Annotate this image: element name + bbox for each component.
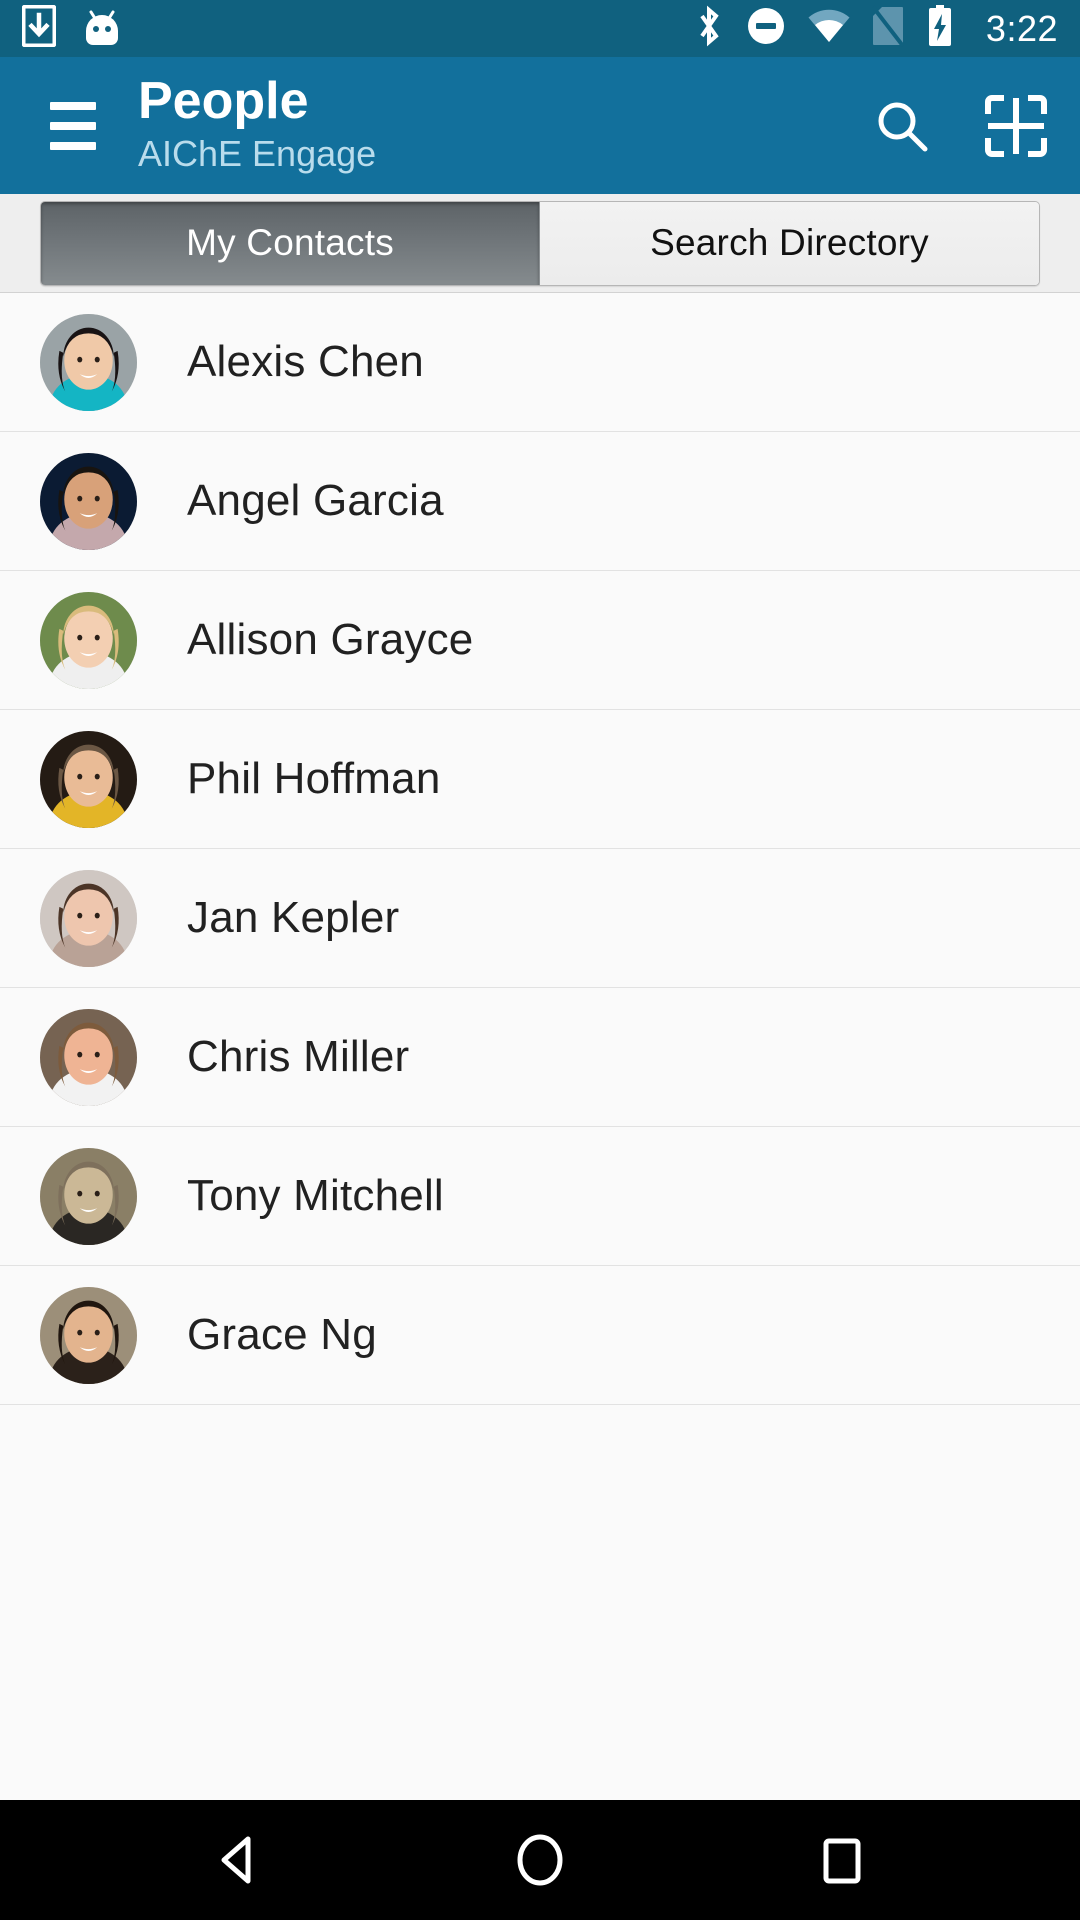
avatar [40,452,137,550]
page-title: People [138,71,309,130]
battery-charging-icon [926,4,954,53]
contact-name: Alexis Chen [187,337,424,386]
avatar [40,730,137,828]
app-bar-actions [866,90,1052,162]
no-sim-icon [871,5,905,52]
recents-button[interactable] [794,1812,890,1908]
tab-strip: My Contacts Search Directory [0,194,1080,293]
app-bar: People AIChE Engage [0,57,1080,194]
bluetooth-icon [694,5,724,52]
back-button[interactable] [190,1812,286,1908]
avatar [40,1286,137,1384]
status-bar: 3:22 [0,0,1080,57]
contact-row[interactable]: Alexis Chen [0,293,1080,432]
contact-name: Grace Ng [187,1310,377,1359]
tab-my-contacts[interactable]: My Contacts [41,201,540,285]
status-bar-clock: 3:22 [985,7,1058,49]
contact-row[interactable]: Chris Miller [0,988,1080,1127]
search-icon[interactable] [866,90,938,162]
status-bar-right-icons: 3:22 [694,4,1058,53]
contact-row[interactable]: Jan Kepler [0,849,1080,988]
download-icon [21,4,57,52]
contact-name: Tony Mitchell [187,1171,444,1220]
contact-row[interactable]: Angel Garcia [0,432,1080,571]
avatar [40,1008,137,1106]
segmented-tab-group: My Contacts Search Directory [40,200,1040,286]
grid-view-icon[interactable] [980,90,1052,162]
app-bar-titles: People AIChE Engage [138,74,866,175]
do-not-disturb-icon [746,6,786,51]
contact-name: Jan Kepler [187,893,400,942]
contact-row[interactable]: Grace Ng [0,1266,1080,1405]
contact-row[interactable]: Phil Hoffman [0,710,1080,849]
page-subtitle: AIChE Engage [138,132,377,174]
home-button[interactable] [492,1812,588,1908]
avatar [40,591,137,689]
contact-name: Phil Hoffman [187,754,441,803]
contact-name: Angel Garcia [187,476,444,525]
tab-my-contacts-label: My Contacts [186,222,394,263]
phone-screen: 3:22 People AIChE Engage My Contacts Sea… [0,0,1080,1920]
tab-search-directory[interactable]: Search Directory [540,201,1039,285]
tab-search-directory-label: Search Directory [650,222,929,263]
system-navigation-bar [0,1800,1080,1920]
avatar [40,869,137,967]
avatar [40,313,137,411]
contact-name: Allison Grayce [187,615,474,664]
status-bar-left-icons [21,4,122,52]
wifi-icon [808,9,850,48]
contact-list[interactable]: Alexis Chen Angel Garcia Allison Grayce Phi… [0,293,1080,1800]
android-head-icon [82,5,122,52]
contact-name: Chris Miller [187,1032,410,1081]
hamburger-menu-icon[interactable] [34,87,112,165]
avatar [40,1147,137,1245]
contact-row[interactable]: Allison Grayce [0,571,1080,710]
contact-row[interactable]: Tony Mitchell [0,1127,1080,1266]
